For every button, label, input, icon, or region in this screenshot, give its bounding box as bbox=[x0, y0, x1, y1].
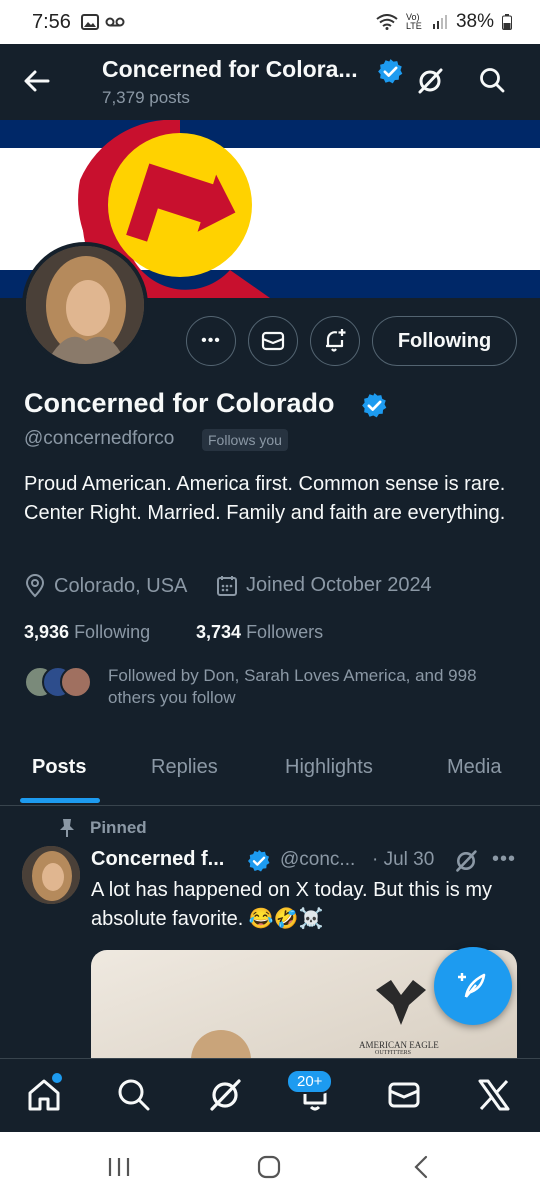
x-logo-icon[interactable] bbox=[476, 1077, 512, 1113]
compose-button[interactable] bbox=[434, 947, 512, 1025]
following-button[interactable]: Following bbox=[372, 316, 517, 366]
pinned-label: Pinned bbox=[90, 818, 147, 837]
gallery-icon bbox=[80, 14, 99, 30]
grok-icon[interactable] bbox=[207, 1077, 243, 1113]
location-icon bbox=[25, 574, 45, 598]
post-avatar[interactable] bbox=[22, 846, 80, 904]
verified-icon bbox=[362, 393, 387, 418]
message-button[interactable] bbox=[248, 316, 298, 366]
status-time: 7:56 bbox=[32, 10, 71, 33]
followers-label: Followers bbox=[246, 622, 324, 642]
home-notification-dot bbox=[52, 1073, 62, 1083]
tab-indicator bbox=[20, 798, 100, 803]
profile-handle: @concernedforco bbox=[24, 428, 175, 449]
back-arrow-icon[interactable] bbox=[22, 66, 52, 96]
home-system-icon[interactable] bbox=[257, 1155, 281, 1179]
avatar bbox=[60, 666, 92, 698]
profile-name: Concerned for Colorado bbox=[24, 388, 335, 418]
android-nav-bar bbox=[0, 1132, 540, 1200]
tab-highlights[interactable]: Highlights bbox=[285, 756, 373, 779]
compose-icon bbox=[458, 973, 486, 998]
post-author[interactable]: Concerned f... bbox=[91, 848, 224, 871]
bell-plus-icon bbox=[326, 329, 346, 352]
grok-icon[interactable] bbox=[454, 849, 478, 873]
back-system-icon[interactable] bbox=[412, 1155, 430, 1179]
wifi-icon bbox=[376, 14, 398, 30]
tab-posts[interactable]: Posts bbox=[32, 756, 86, 779]
bottom-nav: 20+ bbox=[0, 1058, 540, 1132]
recent-apps-icon[interactable] bbox=[106, 1156, 132, 1178]
more-icon: ••• bbox=[201, 332, 221, 349]
profile-header: Concerned for Colora... 7,379 posts bbox=[0, 44, 540, 120]
following-count-link[interactable]: 3,936 Following bbox=[24, 622, 150, 643]
verified-icon bbox=[378, 59, 403, 84]
profile-bio: Proud American. America first. Common se… bbox=[24, 473, 506, 524]
followers-count-link[interactable]: 3,734 Followers bbox=[196, 622, 323, 643]
followed-by-avatars[interactable] bbox=[24, 666, 94, 698]
network-label: Vo) LTE bbox=[405, 12, 422, 31]
location-text: Colorado, USA bbox=[54, 574, 188, 597]
post-handle[interactable]: @conc... bbox=[280, 849, 355, 871]
location-row: Colorado, USA bbox=[24, 574, 187, 598]
pin-icon bbox=[60, 819, 74, 837]
battery-percent: 38% bbox=[455, 11, 494, 32]
search-icon[interactable] bbox=[478, 66, 506, 94]
notification-badge: 20+ bbox=[286, 1069, 334, 1094]
verified-icon bbox=[248, 850, 270, 872]
status-bar: 7:56 Vo) LTE 38% bbox=[0, 0, 540, 44]
grok-icon[interactable] bbox=[416, 67, 444, 95]
profile-avatar[interactable] bbox=[22, 242, 148, 368]
profile-tabs: Posts Replies Highlights Media bbox=[0, 742, 540, 806]
media-brand: AMERICAN EAGLE bbox=[359, 1040, 439, 1050]
post-text: A lot has happened on X today. But this … bbox=[91, 879, 492, 930]
notify-button[interactable] bbox=[310, 316, 360, 366]
followers-count: 3,734 bbox=[196, 622, 242, 642]
avatar-photo bbox=[26, 246, 144, 364]
more-button[interactable]: ••• bbox=[186, 316, 236, 366]
post-more-icon[interactable]: ••• bbox=[492, 848, 516, 871]
joined-text: Joined October 2024 bbox=[246, 574, 432, 596]
joined-row: Joined October 2024 bbox=[216, 574, 432, 597]
follows-you-badge: Follows you bbox=[202, 429, 288, 451]
media-brand-sub: OUTFITTERS bbox=[375, 1050, 411, 1056]
tab-replies[interactable]: Replies bbox=[151, 756, 218, 779]
following-label: Following bbox=[74, 622, 151, 642]
mail-icon bbox=[261, 331, 285, 351]
signal-icon bbox=[432, 15, 447, 29]
calendar-icon bbox=[217, 575, 237, 596]
voicemail-icon bbox=[105, 17, 125, 27]
post-date[interactable]: · Jul 30 bbox=[372, 849, 434, 871]
pinned-row: Pinned bbox=[58, 818, 147, 838]
avatar-photo bbox=[22, 846, 80, 904]
search-icon[interactable] bbox=[116, 1077, 152, 1113]
following-count: 3,936 bbox=[24, 622, 70, 642]
post-count: 7,379 posts bbox=[102, 88, 190, 107]
tab-media[interactable]: Media bbox=[447, 756, 501, 779]
header-title: Concerned for Colora... bbox=[102, 56, 358, 82]
battery-icon bbox=[502, 14, 512, 30]
followed-by-text[interactable]: Followed by Don, Sarah Loves America, an… bbox=[108, 665, 518, 709]
mail-icon[interactable] bbox=[386, 1077, 422, 1113]
